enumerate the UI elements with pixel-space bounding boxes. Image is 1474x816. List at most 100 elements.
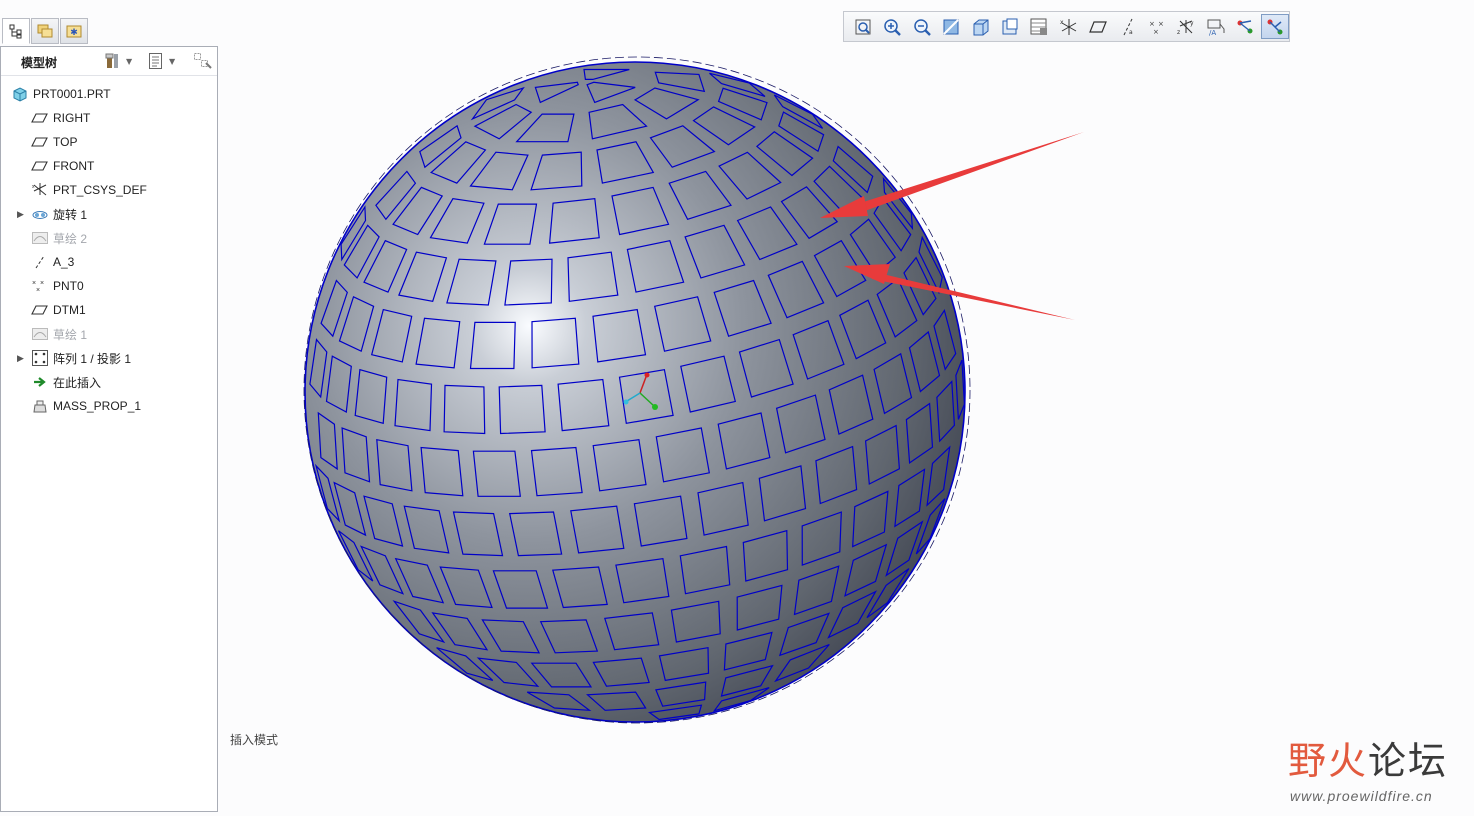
tree-item-label: PRT_CSYS_DEF <box>53 183 147 197</box>
navigator-tab-strip: ✱ <box>0 16 90 46</box>
pattern-icon <box>31 349 49 367</box>
annotation-display-button[interactable]: /A <box>1202 14 1230 39</box>
svg-text:/A: /A <box>1209 29 1216 37</box>
tree-item[interactable]: FRONT <box>1 155 217 177</box>
tree-item-label: DTM1 <box>53 303 86 317</box>
tree-item-label: FRONT <box>53 159 95 173</box>
view-manager-icon <box>1030 18 1048 35</box>
zoom-out-icon <box>914 18 931 36</box>
axis-display-button[interactable]: a <box>1114 14 1142 39</box>
model-tree-panel: 模型树 ▼ ▼ PRT0001.PRT RIGHT TOP FRONT x PRT_CS <box>0 46 218 812</box>
tree-item-label: 阵列 1 / 投影 1 <box>53 351 132 366</box>
mass-properties-icon <box>31 397 49 415</box>
view-manager-button[interactable] <box>1025 14 1053 39</box>
tree-item[interactable]: RIGHT <box>1 107 217 129</box>
svg-text:×: × <box>1153 28 1159 36</box>
svg-text:×: × <box>1158 20 1164 28</box>
repaint-icon <box>943 18 959 35</box>
filter-icon <box>194 53 212 69</box>
display-style-button[interactable] <box>967 14 995 39</box>
tree-item-label: 在此插入 <box>53 375 102 390</box>
model-render <box>303 56 1084 724</box>
settings-menu-button[interactable]: ▼ <box>104 52 132 70</box>
tab-folder-browser[interactable] <box>31 18 59 44</box>
saved-views-icon <box>1002 18 1018 34</box>
tree-item[interactable]: DTM1 <box>1 299 217 321</box>
spin-center-button[interactable] <box>1231 14 1259 39</box>
sketch-icon <box>31 229 49 247</box>
zoom-in-button[interactable] <box>878 14 906 39</box>
tree-item[interactable]: MASS_PROP_1 <box>1 395 217 417</box>
tree-item[interactable]: PRT0001.PRT <box>1 83 217 105</box>
refit-icon <box>855 19 871 34</box>
tab-favorites[interactable]: ✱ <box>60 18 88 44</box>
tree-item[interactable]: ▶ 旋转 1 <box>1 203 217 225</box>
datum-plane-icon <box>31 133 49 151</box>
datum-plane-icon <box>1089 20 1108 33</box>
tree-item-label: RIGHT <box>53 111 91 125</box>
tree-item[interactable]: ▶ 阵列 1 / 投影 1 <box>1 347 217 369</box>
folder-browser-icon <box>37 24 53 38</box>
show-menu-button[interactable]: ▼ <box>147 52 175 70</box>
mesh-display-button[interactable] <box>1260 14 1289 39</box>
svg-text:×: × <box>36 287 40 294</box>
saved-views-button[interactable] <box>996 14 1024 39</box>
svg-text:x: x <box>1060 19 1064 26</box>
datum-plane-icon <box>31 109 49 127</box>
plane-display-icon: x <box>1060 18 1077 35</box>
point-display-button[interactable]: × × × <box>1143 14 1171 39</box>
csys-display-button[interactable]: zy <box>1172 14 1200 39</box>
tree-item[interactable]: 草绘 1 <box>1 323 217 345</box>
tree-item[interactable]: × × × PNT0 <box>1 275 217 297</box>
watermark-title-b: 论坛 <box>1368 739 1449 783</box>
watermark-logo: 野火论坛 www.proewildfire.cn <box>1288 730 1468 810</box>
display-style-icon <box>973 19 989 35</box>
filter-button[interactable] <box>193 52 213 70</box>
expand-arrow-icon[interactable]: ▶ <box>17 353 27 364</box>
watermark-title: 野火论坛 <box>1288 730 1448 785</box>
spin-center-icon <box>1237 19 1253 33</box>
datum-point-icon: × × × <box>31 277 49 295</box>
datum-plane-icon <box>31 157 49 175</box>
tree-item[interactable]: TOP <box>1 131 217 153</box>
insert-here-icon <box>31 373 49 391</box>
tab-model-tree[interactable] <box>2 18 30 44</box>
zoom-out-button[interactable] <box>908 14 936 39</box>
csys-icon: x <box>31 181 49 199</box>
plane-display-button[interactable]: x <box>1055 14 1083 39</box>
repaint-button[interactable] <box>937 14 965 39</box>
graphics-toolbar: x a × × × z y/A <box>843 11 1290 42</box>
tree-item-label: 草绘 1 <box>53 327 88 342</box>
point-display-icon: × ×× <box>1149 20 1164 36</box>
svg-text:a: a <box>1129 29 1133 36</box>
annotation-display-icon: /A <box>1207 19 1225 37</box>
revolve-icon <box>31 205 49 223</box>
model-tree-header: 模型树 ▼ ▼ <box>1 47 217 76</box>
expand-arrow-icon[interactable]: ▶ <box>17 209 27 220</box>
tree-item[interactable]: 在此插入 <box>1 371 217 393</box>
tree-item[interactable]: A_3 <box>1 251 217 273</box>
svg-text:×: × <box>32 280 36 287</box>
tree-item-label: TOP <box>53 135 78 149</box>
tree-item-label: 旋转 1 <box>53 207 88 222</box>
svg-text:y: y <box>1190 20 1194 27</box>
graphics-viewport[interactable] <box>222 46 1474 816</box>
csys-display-icon: zy <box>1177 19 1194 36</box>
tree-item[interactable]: x PRT_CSYS_DEF <box>1 179 217 201</box>
refit-button[interactable] <box>849 14 877 39</box>
mesh-display-icon <box>1267 19 1283 34</box>
tree-item[interactable]: 草绘 2 <box>1 227 217 249</box>
svg-text:×: × <box>40 280 44 287</box>
watermark-title-a: 野火 <box>1288 739 1369 783</box>
tree-item-label: A_3 <box>53 255 75 269</box>
datum-plane-button[interactable] <box>1084 14 1112 39</box>
watermark-url: www.proewildfire.cn <box>1290 788 1433 804</box>
show-options-icon <box>149 53 162 69</box>
tree-item-label: PNT0 <box>53 279 84 293</box>
zoom-in-icon <box>884 18 902 36</box>
svg-text:×: × <box>1149 20 1155 28</box>
part-icon <box>11 85 29 103</box>
model-tree-title: 模型树 <box>21 56 58 70</box>
datum-plane-icon <box>31 301 49 319</box>
sketch-icon <box>31 325 49 343</box>
